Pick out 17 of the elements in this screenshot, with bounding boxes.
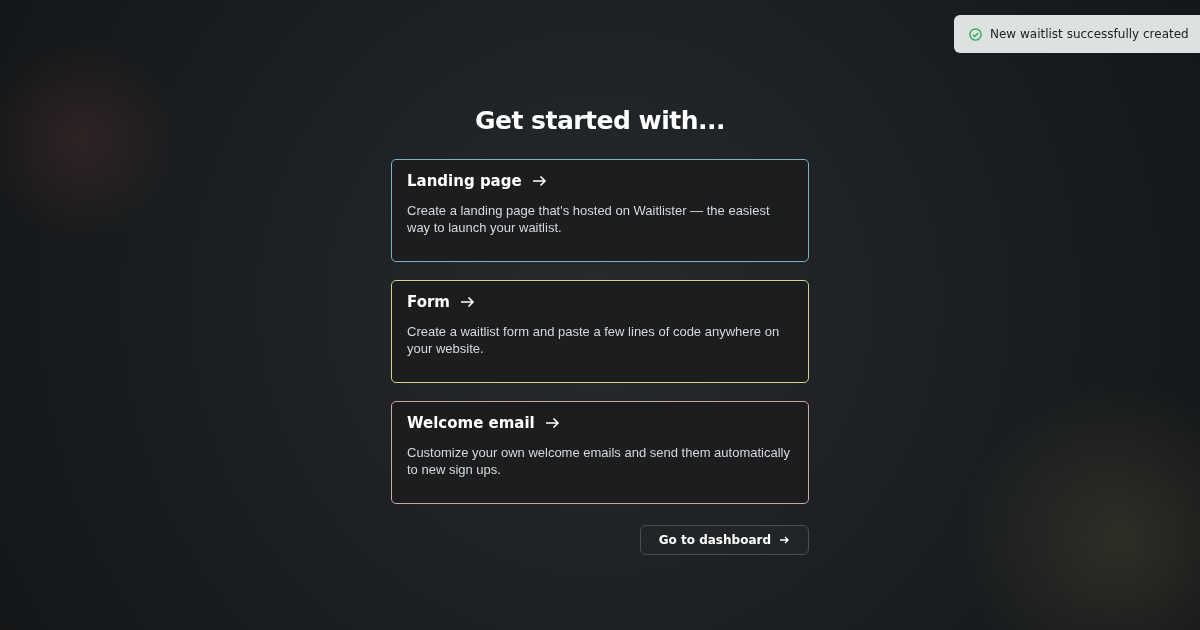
- option-description: Create a waitlist form and paste a few lines of code anywhere on your website.: [407, 323, 781, 357]
- arrow-right-icon: [460, 296, 475, 308]
- arrow-right-icon: [531, 175, 547, 187]
- option-description: Create a landing page that's hosted on Waitlister — the easiest way to launch your waitlist.: [407, 202, 771, 236]
- option-title: Form: [407, 293, 450, 311]
- option-title: Landing page: [407, 172, 522, 190]
- check-circle-icon: [969, 27, 982, 41]
- option-card[interactable]: Landing page Create a landing page that's hosted on Waitlister — the easiest way to launch your waitlist.: [391, 159, 809, 262]
- page-heading: Get started with...: [473, 106, 727, 135]
- toast-message: New waitlist successfully created: [990, 27, 1189, 41]
- option-title: Welcome email: [407, 414, 535, 432]
- dashboard-button[interactable]: Go to dashboard: [639, 525, 809, 555]
- arrow-right-icon: [544, 417, 560, 429]
- option-card[interactable]: Welcome email Customize your own welcome emails and send them automatically to new sign ups.: [391, 401, 809, 504]
- option-card[interactable]: Form Create a waitlist form and paste a few lines of code anywhere on your website.: [391, 280, 809, 383]
- arrow-right-icon: [779, 535, 790, 545]
- option-description: Customize your own welcome emails and send them automatically to new sign ups.: [407, 444, 791, 478]
